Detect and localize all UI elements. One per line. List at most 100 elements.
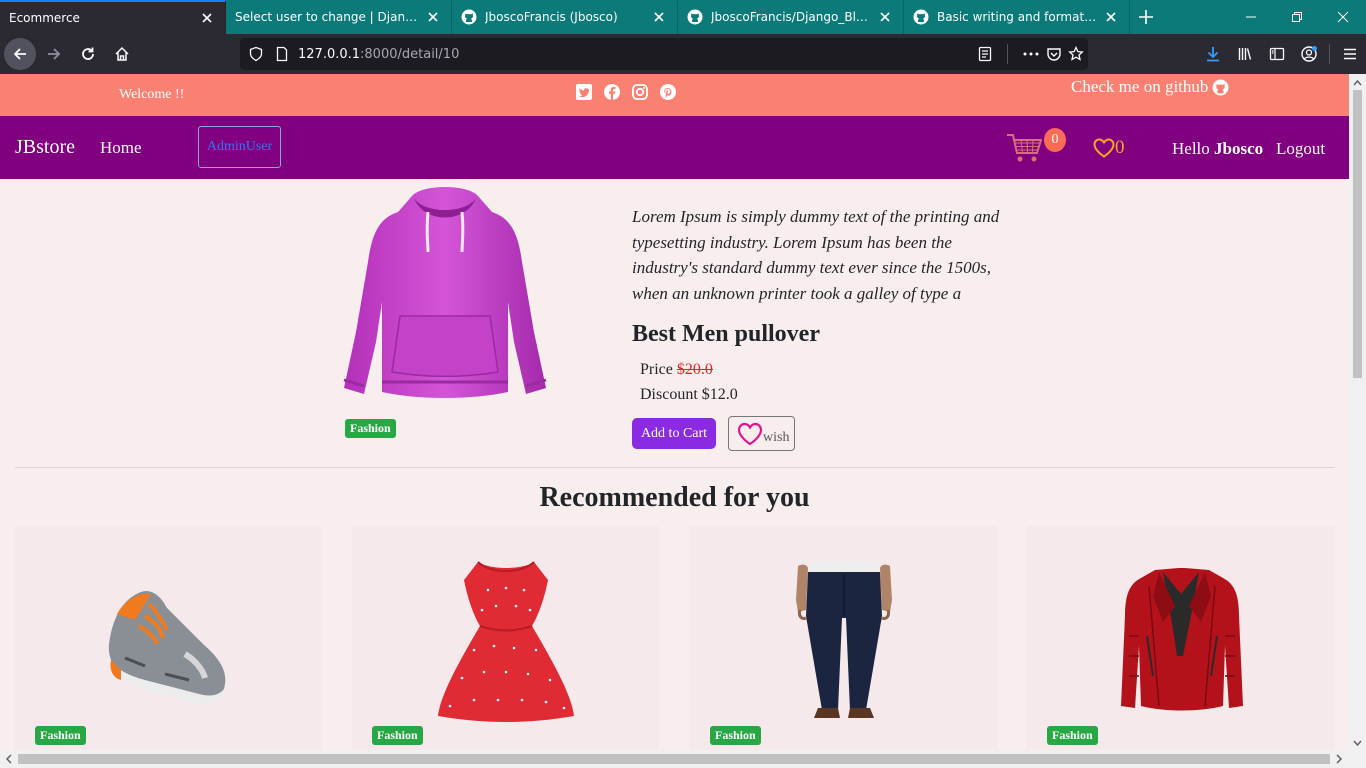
product-price: Price $20.0 bbox=[640, 361, 713, 379]
reload-icon bbox=[82, 47, 94, 60]
close-icon[interactable] bbox=[425, 9, 441, 25]
wish-label: wish bbox=[763, 430, 790, 445]
url-text[interactable]: 127.0.0.1:8000/detail/10 bbox=[298, 47, 459, 62]
nav-home-link[interactable]: Home bbox=[100, 138, 142, 158]
shield-icon[interactable] bbox=[248, 46, 264, 62]
library-button[interactable] bbox=[1229, 38, 1261, 70]
github-icon bbox=[913, 9, 929, 25]
toolbar-right bbox=[1197, 38, 1366, 70]
scroll-right-icon[interactable] bbox=[1332, 750, 1346, 768]
instagram-icon[interactable] bbox=[632, 84, 648, 100]
download-icon bbox=[1207, 47, 1219, 62]
home-icon bbox=[115, 46, 129, 61]
sidebar-button[interactable] bbox=[1261, 38, 1293, 70]
scroll-up-icon[interactable] bbox=[1349, 76, 1366, 90]
product-discount: Discount $12.0 bbox=[640, 386, 738, 404]
github-link[interactable]: Check me on github bbox=[1071, 77, 1229, 97]
plus-icon bbox=[1139, 10, 1153, 24]
hamburger-icon bbox=[1344, 48, 1356, 60]
url-bar[interactable]: 127.0.0.1:8000/detail/10 bbox=[240, 38, 1088, 70]
tab-github-docs[interactable]: Basic writing and formatting syntax bbox=[904, 0, 1130, 34]
arrow-left-icon bbox=[13, 48, 26, 60]
original-price: $20.0 bbox=[676, 361, 713, 378]
product-card[interactable]: Fashion bbox=[690, 526, 997, 750]
downloads-button[interactable] bbox=[1197, 38, 1229, 70]
category-badge: Fashion bbox=[1047, 726, 1098, 745]
account-button[interactable] bbox=[1293, 38, 1325, 70]
arrow-right-icon bbox=[48, 48, 61, 60]
close-icon[interactable] bbox=[199, 10, 215, 26]
category-badge: Fashion bbox=[35, 726, 86, 745]
close-icon[interactable] bbox=[1103, 9, 1119, 25]
admin-user-button[interactable]: AdminUser bbox=[198, 126, 281, 168]
window-controls bbox=[1228, 0, 1366, 34]
tab-github-repo[interactable]: JboscoFrancis/Django_BlogChallenge bbox=[678, 0, 904, 34]
restore-button[interactable] bbox=[1274, 0, 1320, 34]
url-actions bbox=[977, 38, 1084, 70]
add-to-cart-button[interactable]: Add to Cart bbox=[632, 418, 716, 449]
github-icon bbox=[461, 9, 477, 25]
vertical-scrollbar[interactable] bbox=[1349, 74, 1366, 750]
facebook-icon[interactable] bbox=[604, 84, 620, 100]
star-icon[interactable] bbox=[1068, 46, 1084, 62]
main-navbar: JBstore Home AdminUser 0 0 Hello Jbosco … bbox=[0, 116, 1349, 179]
wish-button[interactable]: wish bbox=[728, 416, 795, 451]
back-button[interactable] bbox=[4, 38, 36, 70]
more-icon[interactable] bbox=[1022, 46, 1040, 62]
close-window-button[interactable] bbox=[1320, 0, 1366, 34]
pinterest-icon[interactable] bbox=[660, 84, 676, 100]
price-label: Price bbox=[640, 361, 673, 378]
cart-icon[interactable] bbox=[1006, 132, 1044, 164]
reader-view-icon[interactable] bbox=[977, 46, 993, 62]
home-button[interactable] bbox=[106, 38, 138, 70]
category-badge: Fashion bbox=[372, 726, 423, 745]
product-image-red-leather-jacket bbox=[1121, 568, 1243, 711]
url-path: :8000/detail/10 bbox=[360, 46, 460, 62]
logout-link[interactable]: Logout bbox=[1276, 139, 1325, 159]
category-badge: Fashion bbox=[710, 726, 761, 745]
category-badge: Fashion bbox=[345, 419, 396, 438]
heart-icon bbox=[737, 422, 763, 446]
close-icon[interactable] bbox=[651, 9, 667, 25]
github-icon bbox=[1212, 79, 1229, 95]
cart-count-badge: 0 bbox=[1044, 128, 1066, 152]
top-bar: Welcome !! Check me on github bbox=[0, 74, 1349, 116]
wishlist-link[interactable]: 0 bbox=[1093, 137, 1125, 159]
recommended-title: Recommended for you bbox=[539, 482, 810, 513]
close-icon[interactable] bbox=[877, 9, 893, 25]
product-image-red-dress bbox=[438, 561, 574, 722]
browser-tab-bar: Ecommerce Select user to change | Django… bbox=[0, 0, 1366, 34]
scroll-left-icon[interactable] bbox=[2, 750, 16, 768]
sidebar-icon bbox=[1269, 47, 1285, 61]
url-host: 127.0.0.1 bbox=[298, 46, 361, 62]
section-divider bbox=[15, 467, 1334, 468]
account-icon bbox=[1301, 46, 1317, 62]
product-card[interactable]: Fashion bbox=[15, 526, 322, 750]
tab-title: Ecommerce bbox=[9, 11, 80, 25]
tab-github-profile[interactable]: JboscoFrancis (Jbosco) bbox=[452, 0, 678, 34]
product-card[interactable]: Fashion bbox=[352, 526, 659, 750]
scroll-down-icon[interactable] bbox=[1349, 736, 1366, 750]
library-icon bbox=[1238, 48, 1252, 60]
tab-django-admin[interactable]: Select user to change | Django site admi… bbox=[226, 0, 452, 34]
horizontal-scroll-thumb[interactable] bbox=[18, 754, 1330, 764]
page-icon[interactable] bbox=[274, 46, 290, 62]
discount-price: $12.0 bbox=[701, 386, 738, 403]
minimize-button[interactable] bbox=[1228, 0, 1274, 34]
brand-logo[interactable]: JBstore bbox=[15, 136, 75, 159]
tab-title: JboscoFrancis (Jbosco) bbox=[485, 10, 618, 24]
tab-ecommerce[interactable]: Ecommerce bbox=[0, 0, 226, 34]
pocket-icon[interactable] bbox=[1046, 46, 1062, 62]
wishlist-count: 0 bbox=[1115, 137, 1125, 158]
twitter-icon[interactable] bbox=[576, 84, 592, 100]
horizontal-scrollbar[interactable] bbox=[0, 750, 1366, 768]
vertical-scroll-thumb[interactable] bbox=[1353, 90, 1362, 378]
forward-button[interactable] bbox=[38, 38, 70, 70]
reload-button[interactable] bbox=[72, 38, 104, 70]
new-tab-button[interactable] bbox=[1130, 0, 1162, 34]
social-links bbox=[576, 84, 676, 100]
menu-button[interactable] bbox=[1334, 38, 1366, 70]
product-description: Lorem Ipsum is simply dummy text of the … bbox=[632, 207, 1000, 303]
product-card[interactable]: Fashion bbox=[1027, 526, 1334, 750]
browser-toolbar: 127.0.0.1:8000/detail/10 bbox=[0, 34, 1366, 74]
